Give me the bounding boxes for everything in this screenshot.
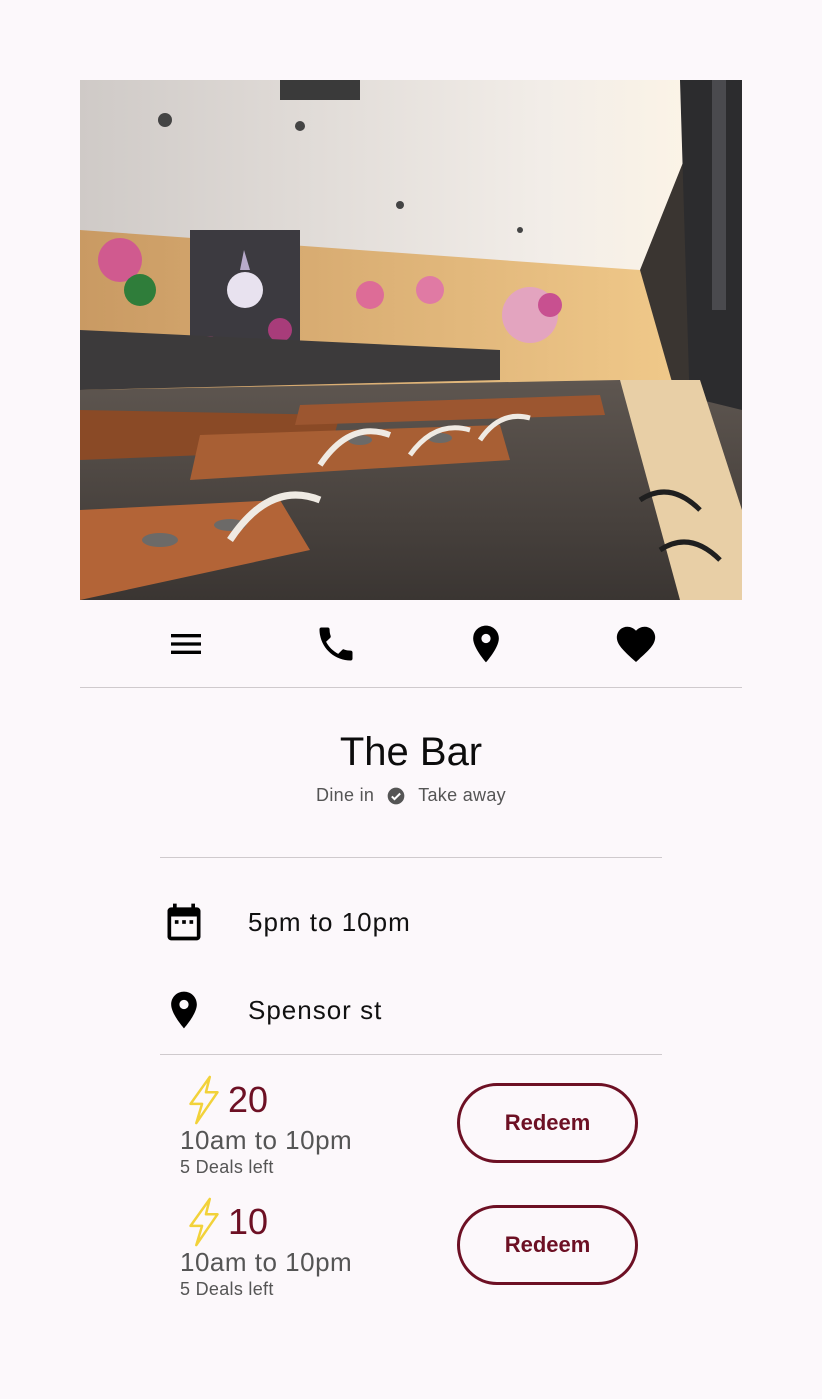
redeem-button[interactable]: Redeem <box>457 1083 638 1163</box>
phone-icon <box>319 627 353 661</box>
call-button[interactable] <box>312 620 360 668</box>
restaurant-photo <box>80 80 742 600</box>
redeem-button[interactable]: Redeem <box>457 1205 638 1285</box>
service-tags: Dine in Take away <box>0 785 822 806</box>
deals-left: 5 Deals left <box>180 1157 274 1177</box>
deal-time: 10am to 10pm <box>180 1247 353 1277</box>
location-pin-icon <box>473 625 499 663</box>
divider <box>160 1054 662 1055</box>
deal-amount: 20 <box>228 1079 269 1120</box>
deal-item: 10 10am to 10pm 5 Deals left Redeem <box>180 1197 640 1307</box>
check-circle-icon <box>387 787 405 804</box>
tag-take-away: Take away <box>418 785 506 805</box>
lightning-bolt-icon <box>189 1197 219 1247</box>
deal-item: 20 10am to 10pm 5 Deals left Redeem <box>180 1075 640 1185</box>
address-text: Spensor st <box>248 994 383 1025</box>
hours-text: 5pm to 10pm <box>248 906 411 937</box>
calendar-icon <box>167 903 201 941</box>
lightning-bolt-icon <box>189 1075 219 1125</box>
menu-button[interactable] <box>162 620 210 668</box>
favorite-button[interactable] <box>612 620 660 668</box>
location-button[interactable] <box>462 620 510 668</box>
heart-icon <box>616 626 656 663</box>
location-pin-icon <box>171 991 197 1029</box>
deal-amount: 10 <box>228 1201 269 1242</box>
deal-time: 10am to 10pm <box>180 1125 353 1155</box>
venue-title: The Bar <box>339 730 483 774</box>
divider <box>160 857 662 858</box>
tag-dine-in: Dine in <box>316 785 375 805</box>
deals-left: 5 Deals left <box>180 1279 274 1299</box>
menu-icon <box>171 634 201 654</box>
address-row: Spensor st <box>160 986 662 1034</box>
action-bar <box>80 600 742 688</box>
hours-row: 5pm to 10pm <box>160 898 662 946</box>
